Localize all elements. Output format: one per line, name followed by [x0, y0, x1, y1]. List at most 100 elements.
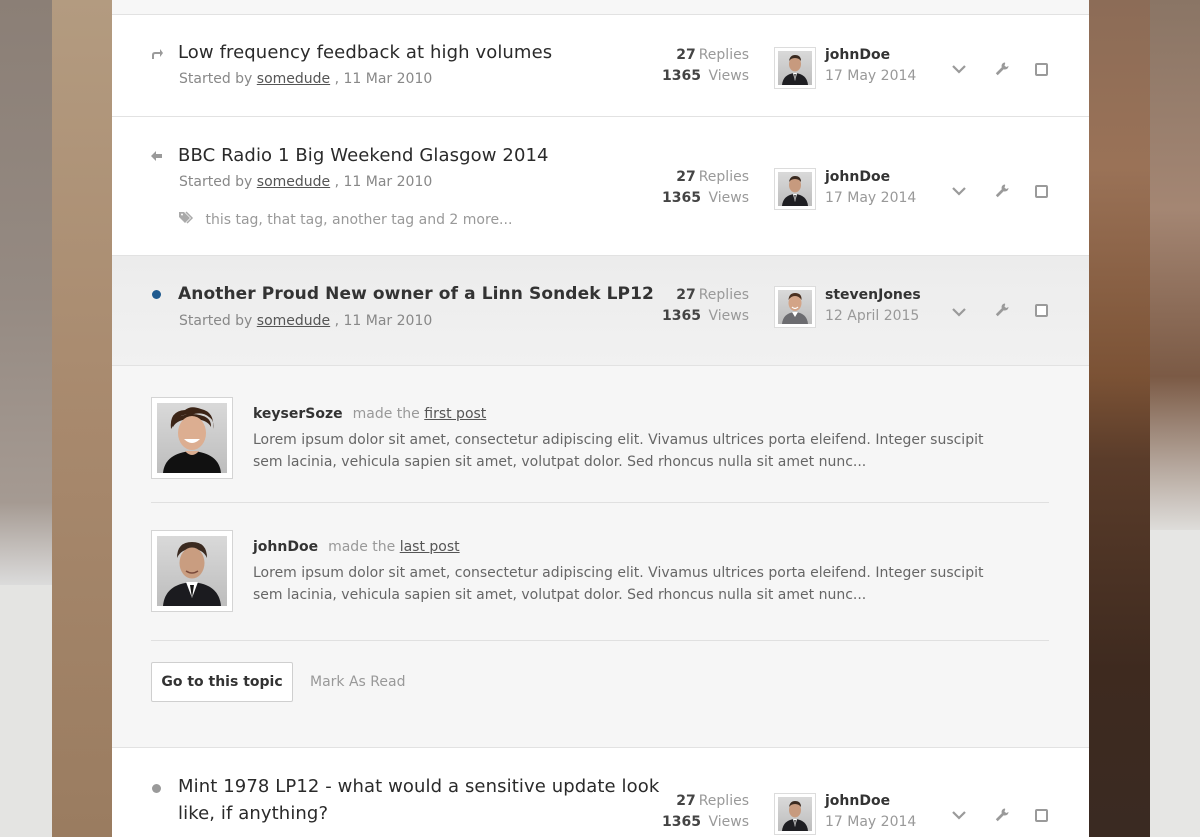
started-by-label: Started by: [179, 313, 253, 329]
user-photo-icon: [157, 403, 227, 473]
read-dot-icon: [152, 784, 161, 793]
last-post-date: 12 April 2015: [825, 308, 920, 324]
views-count: 1365: [662, 190, 702, 206]
topic-row[interactable]: Low frequency feedback at high volumes S…: [112, 15, 1089, 117]
topic-stats: 27 Replies 1365 Views: [632, 45, 749, 87]
topic-date: , 11 Mar 2010: [334, 71, 433, 87]
avatar[interactable]: [151, 530, 233, 612]
chevron-down-icon[interactable]: [950, 62, 968, 76]
post-header: johnDoe made the last post: [253, 539, 460, 555]
topic-title-continued[interactable]: like, if anything?: [178, 803, 328, 824]
tags-icon: [179, 211, 195, 228]
chevron-down-icon[interactable]: [950, 305, 968, 319]
wrench-icon[interactable]: [994, 61, 1010, 77]
last-post-info: johnDoe 17 May 2014: [825, 45, 916, 87]
replies-count: 27: [676, 793, 696, 809]
avatar[interactable]: [774, 286, 816, 328]
user-photo-icon: [778, 51, 812, 85]
tags-text[interactable]: this tag, that tag, another tag and 2 mo…: [205, 212, 512, 228]
post-author[interactable]: johnDoe: [253, 539, 318, 555]
wrench-icon[interactable]: [994, 183, 1010, 199]
topic-list-panel: Low frequency feedback at high volumes S…: [112, 0, 1089, 837]
forward-arrow-icon: [150, 47, 164, 61]
post-header: keyserSoze made the first post: [253, 406, 486, 422]
last-post-info: johnDoe 17 May 2014: [825, 791, 916, 833]
post-excerpt: Lorem ipsum dolor sit amet, consectetur …: [253, 565, 984, 603]
views-label: Views: [708, 68, 749, 84]
topic-author-link[interactable]: somedude: [257, 313, 330, 329]
last-post-date: 17 May 2014: [825, 68, 917, 84]
select-checkbox[interactable]: [1035, 63, 1048, 76]
last-post-date: 17 May 2014: [825, 814, 917, 830]
replies-label: Replies: [698, 47, 749, 63]
select-checkbox[interactable]: [1035, 185, 1048, 198]
user-photo-icon: [778, 797, 812, 831]
last-post-link[interactable]: last post: [400, 539, 460, 555]
wrench-icon[interactable]: [994, 302, 1010, 318]
topic-author-link[interactable]: somedude: [257, 174, 330, 190]
background-left-strip: [52, 0, 112, 837]
background-left-lower: [0, 585, 52, 837]
post-excerpt: Lorem ipsum dolor sit amet, consectetur …: [253, 432, 984, 470]
views-count: 1365: [662, 68, 702, 84]
topic-tags: this tag, that tag, another tag and 2 mo…: [179, 211, 512, 228]
avatar[interactable]: [774, 47, 816, 89]
topic-title[interactable]: Another Proud New owner of a Linn Sondek…: [178, 284, 654, 304]
views-label: Views: [708, 190, 749, 206]
topic-author-link[interactable]: somedude: [257, 71, 330, 87]
divider: [151, 640, 1049, 641]
topic-row-expanded[interactable]: Another Proud New owner of a Linn Sondek…: [112, 256, 1089, 366]
started-by-label: Started by: [179, 174, 253, 190]
list-top-edge: [112, 0, 1089, 15]
topic-meta: Started by somedude , 11 Mar 2010: [179, 313, 432, 329]
topic-stats: 27 Replies 1365 Views: [632, 167, 749, 209]
topic-meta: Started by somedude , 11 Mar 2010: [179, 174, 432, 190]
topic-stats: 27 Replies 1365 Views: [632, 285, 749, 327]
replies-label: Replies: [698, 793, 749, 809]
topic-title[interactable]: Mint 1978 LP12 - what would a sensitive …: [178, 776, 659, 797]
last-post-user[interactable]: stevenJones: [825, 285, 921, 306]
topic-row[interactable]: BBC Radio 1 Big Weekend Glasgow 2014 Sta…: [112, 117, 1089, 256]
wrench-icon[interactable]: [994, 807, 1010, 823]
avatar[interactable]: [774, 168, 816, 210]
mark-as-read-link[interactable]: Mark As Read: [310, 662, 405, 702]
user-photo-icon: [778, 290, 812, 324]
unread-dot-icon: [152, 290, 161, 299]
topic-meta: Started by somedude , 11 Mar 2010: [179, 71, 432, 87]
background-right-lower: [1150, 530, 1200, 837]
chevron-down-icon[interactable]: [950, 184, 968, 198]
replies-label: Replies: [698, 287, 749, 303]
replies-count: 27: [676, 169, 696, 185]
replies-count: 27: [676, 287, 696, 303]
last-post-user[interactable]: johnDoe: [825, 167, 916, 188]
divider: [151, 502, 1049, 503]
first-post-link[interactable]: first post: [424, 406, 486, 422]
started-by-label: Started by: [179, 71, 253, 87]
views-label: Views: [708, 814, 749, 830]
topic-title[interactable]: Low frequency feedback at high volumes: [178, 42, 552, 63]
topic-stats: 27 Replies 1365 Views: [632, 791, 749, 833]
avatar[interactable]: [774, 793, 816, 835]
views-count: 1365: [662, 308, 702, 324]
post-action-label: made the: [328, 539, 396, 555]
last-post-info: stevenJones 12 April 2015: [825, 285, 921, 327]
replies-count: 27: [676, 47, 696, 63]
select-checkbox[interactable]: [1035, 809, 1048, 822]
last-post-user[interactable]: johnDoe: [825, 791, 916, 812]
go-to-topic-button[interactable]: Go to this topic: [151, 662, 293, 702]
back-arrow-icon: [150, 149, 164, 163]
avatar[interactable]: [151, 397, 233, 479]
views-label: Views: [708, 308, 749, 324]
views-count: 1365: [662, 814, 702, 830]
topic-date: , 11 Mar 2010: [334, 174, 433, 190]
topic-title[interactable]: BBC Radio 1 Big Weekend Glasgow 2014: [178, 145, 549, 166]
last-post-date: 17 May 2014: [825, 190, 917, 206]
topic-date: , 11 Mar 2010: [334, 313, 433, 329]
post-action-label: made the: [352, 406, 420, 422]
user-photo-icon: [778, 172, 812, 206]
post-author[interactable]: keyserSoze: [253, 406, 343, 422]
select-checkbox[interactable]: [1035, 304, 1048, 317]
chevron-down-icon[interactable]: [950, 808, 968, 822]
last-post-user[interactable]: johnDoe: [825, 45, 916, 66]
topic-row[interactable]: Mint 1978 LP12 - what would a sensitive …: [112, 748, 1089, 837]
